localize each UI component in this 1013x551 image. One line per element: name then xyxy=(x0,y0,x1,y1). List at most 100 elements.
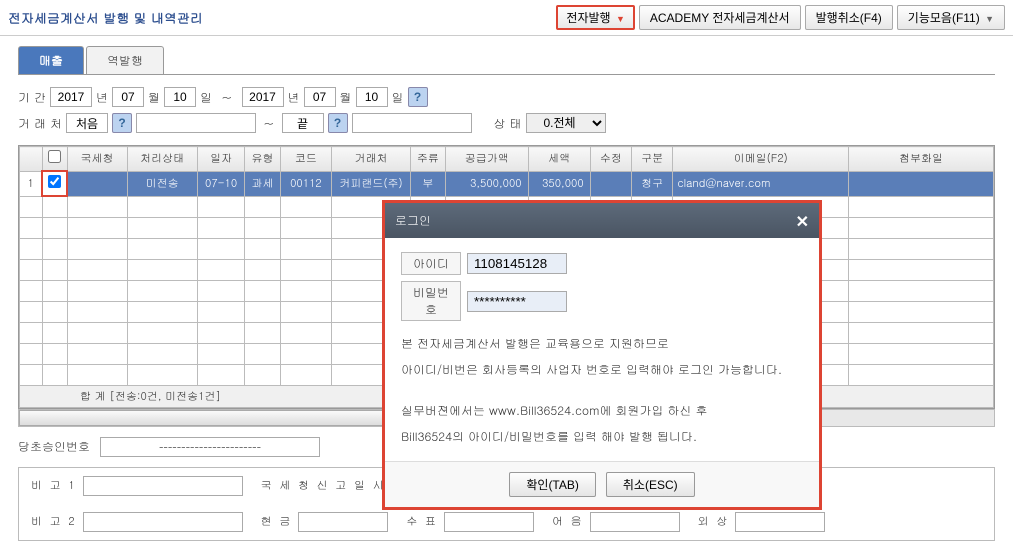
row-cat: 청구 xyxy=(632,171,673,196)
function-menu-button[interactable]: 기능모음(F11) ▼ xyxy=(897,5,1005,30)
modal-text1: 본 전자세금계산서 발행은 교육용으로 지원하므로 xyxy=(401,333,803,355)
period-label: 기 간 xyxy=(18,89,46,106)
year-from-input[interactable] xyxy=(50,87,92,107)
modal-text3: 실무버젼에서는 www.Bill36524.com에 회원가입 하신 후 xyxy=(401,400,803,422)
month-to-input[interactable] xyxy=(304,87,336,107)
month-unit2: 월 xyxy=(340,89,352,106)
client-from-help[interactable]: ? xyxy=(112,113,132,133)
year-to-input[interactable] xyxy=(242,87,284,107)
bill-input[interactable] xyxy=(590,512,680,532)
day-to-input[interactable] xyxy=(356,87,388,107)
col-check-header[interactable] xyxy=(42,147,67,172)
col-type-header[interactable]: 유형 xyxy=(245,147,280,172)
credit-input[interactable] xyxy=(735,512,825,532)
year-unit: 년 xyxy=(96,89,108,106)
row-checkbox[interactable] xyxy=(48,175,61,188)
tabs-container: 매출 역발행 xyxy=(0,36,1013,81)
pw-row: 비밀번호 xyxy=(401,281,803,321)
approval-input[interactable] xyxy=(100,437,320,457)
col-kind-header[interactable]: 주류 xyxy=(410,147,445,172)
modal-header: 로그인 ✕ xyxy=(385,203,819,238)
note1-input[interactable] xyxy=(83,476,243,496)
check-label: 수 표 xyxy=(406,514,438,529)
filter-row-period: 기 간 년 월 일 ~ 년 월 일 ? xyxy=(18,87,995,107)
note1-field: 비 고 1 xyxy=(31,476,243,496)
filter-row-client: 거 래 처 ? ~ ? 상 태 0.전체 xyxy=(18,113,995,133)
dropdown-icon: ▼ xyxy=(985,14,994,24)
cancel-issue-button[interactable]: 발행취소(F4) xyxy=(805,5,893,30)
header-toolbar: 전자발행 ▼ ACADEMY 전자세금계산서 발행취소(F4) 기능모음(F11… xyxy=(556,5,1005,30)
year-unit2: 년 xyxy=(288,89,300,106)
day-from-input[interactable] xyxy=(164,87,196,107)
client-to-input[interactable] xyxy=(282,113,324,133)
id-label: 아이디 xyxy=(401,252,461,275)
col-cat-header[interactable]: 구분 xyxy=(632,147,673,172)
row-email[interactable]: cland@naver.com xyxy=(673,171,849,196)
cancel-button[interactable]: 취소(ESC) xyxy=(606,472,695,497)
select-all-checkbox[interactable] xyxy=(48,150,61,163)
row-checkbox-cell[interactable] xyxy=(42,171,67,196)
row-status: 미전송 xyxy=(127,171,197,196)
note2-field: 비 고 2 xyxy=(31,512,243,532)
credit-label: 외 상 xyxy=(698,514,730,529)
col-client-header[interactable]: 거래처 xyxy=(332,147,411,172)
tilde: ~ xyxy=(222,89,232,106)
col-nts-header[interactable]: 국세청 xyxy=(67,147,127,172)
col-file-header[interactable]: 첨부화일 xyxy=(849,147,994,172)
month-unit: 월 xyxy=(148,89,160,106)
status-select[interactable]: 0.전체 xyxy=(526,113,606,133)
col-date-header[interactable]: 일자 xyxy=(197,147,245,172)
issue-button-label: 전자발행 xyxy=(566,11,610,25)
row-mod xyxy=(590,171,631,196)
date-help-button[interactable]: ? xyxy=(408,87,428,107)
client-from-input[interactable] xyxy=(66,113,108,133)
row-supply: 3,500,000 xyxy=(445,171,528,196)
ok-button[interactable]: 확인(TAB) xyxy=(509,472,596,497)
col-mod-header[interactable]: 수정 xyxy=(590,147,631,172)
issue-button[interactable]: 전자발행 ▼ xyxy=(556,5,634,30)
id-input[interactable] xyxy=(467,253,567,274)
dropdown-icon: ▼ xyxy=(616,14,625,24)
note1-label: 비 고 1 xyxy=(31,478,77,493)
client-to-name[interactable] xyxy=(352,113,472,133)
row-code: 00112 xyxy=(280,171,332,196)
col-code-header[interactable]: 코드 xyxy=(280,147,332,172)
row-type: 과세 xyxy=(245,171,280,196)
note2-label: 비 고 2 xyxy=(31,514,77,529)
modal-title: 로그인 xyxy=(395,212,431,229)
month-from-input[interactable] xyxy=(112,87,144,107)
pw-label: 비밀번호 xyxy=(401,281,461,321)
function-menu-label: 기능모음(F11) xyxy=(908,11,980,25)
col-email-header[interactable]: 이메일(F2) xyxy=(673,147,849,172)
tab-reverse[interactable]: 역발행 xyxy=(86,46,164,74)
close-icon[interactable]: ✕ xyxy=(796,209,809,232)
bill-field: 어 음 xyxy=(552,512,680,532)
tabs: 매출 역발행 xyxy=(18,46,995,75)
note2-input[interactable] xyxy=(83,512,243,532)
col-status-header[interactable]: 처리상태 xyxy=(127,147,197,172)
col-num-header xyxy=(20,147,43,172)
status-label: 상 태 xyxy=(494,115,522,132)
tab-sales[interactable]: 매출 xyxy=(18,46,84,74)
bill-label: 어 음 xyxy=(552,514,584,529)
row-client: 커피랜드(주) xyxy=(332,171,411,196)
nts-date-label: 국 세 청 신 고 일 시 xyxy=(261,478,386,493)
academy-button[interactable]: ACADEMY 전자세금계산서 xyxy=(639,5,801,30)
day-unit2: 일 xyxy=(392,89,404,106)
client-to-help[interactable]: ? xyxy=(328,113,348,133)
row-tax: 350,000 xyxy=(528,171,590,196)
check-field: 수 표 xyxy=(406,512,534,532)
row-nts xyxy=(67,171,127,196)
pw-input[interactable] xyxy=(467,291,567,312)
approval-label: 당초승인번호 xyxy=(18,438,90,455)
client-from-name[interactable] xyxy=(136,113,256,133)
col-supply-header[interactable]: 공급가액 xyxy=(445,147,528,172)
row-file xyxy=(849,171,994,196)
col-tax-header[interactable]: 세액 xyxy=(528,147,590,172)
table-row[interactable]: 1 미전송 07-10 과세 00112 커피랜드(주) 부 3,500,000… xyxy=(20,171,994,196)
row-kind: 부 xyxy=(410,171,445,196)
filter-area: 기 간 년 월 일 ~ 년 월 일 ? 거 래 처 ? ~ ? 상 태 0.전체 xyxy=(0,81,1013,145)
check-input[interactable] xyxy=(444,512,534,532)
cash-input[interactable] xyxy=(298,512,388,532)
modal-text2: 아이디/비번은 회사등록의 사업자 번호로 입력해야 로그인 가능합니다. xyxy=(401,359,803,381)
